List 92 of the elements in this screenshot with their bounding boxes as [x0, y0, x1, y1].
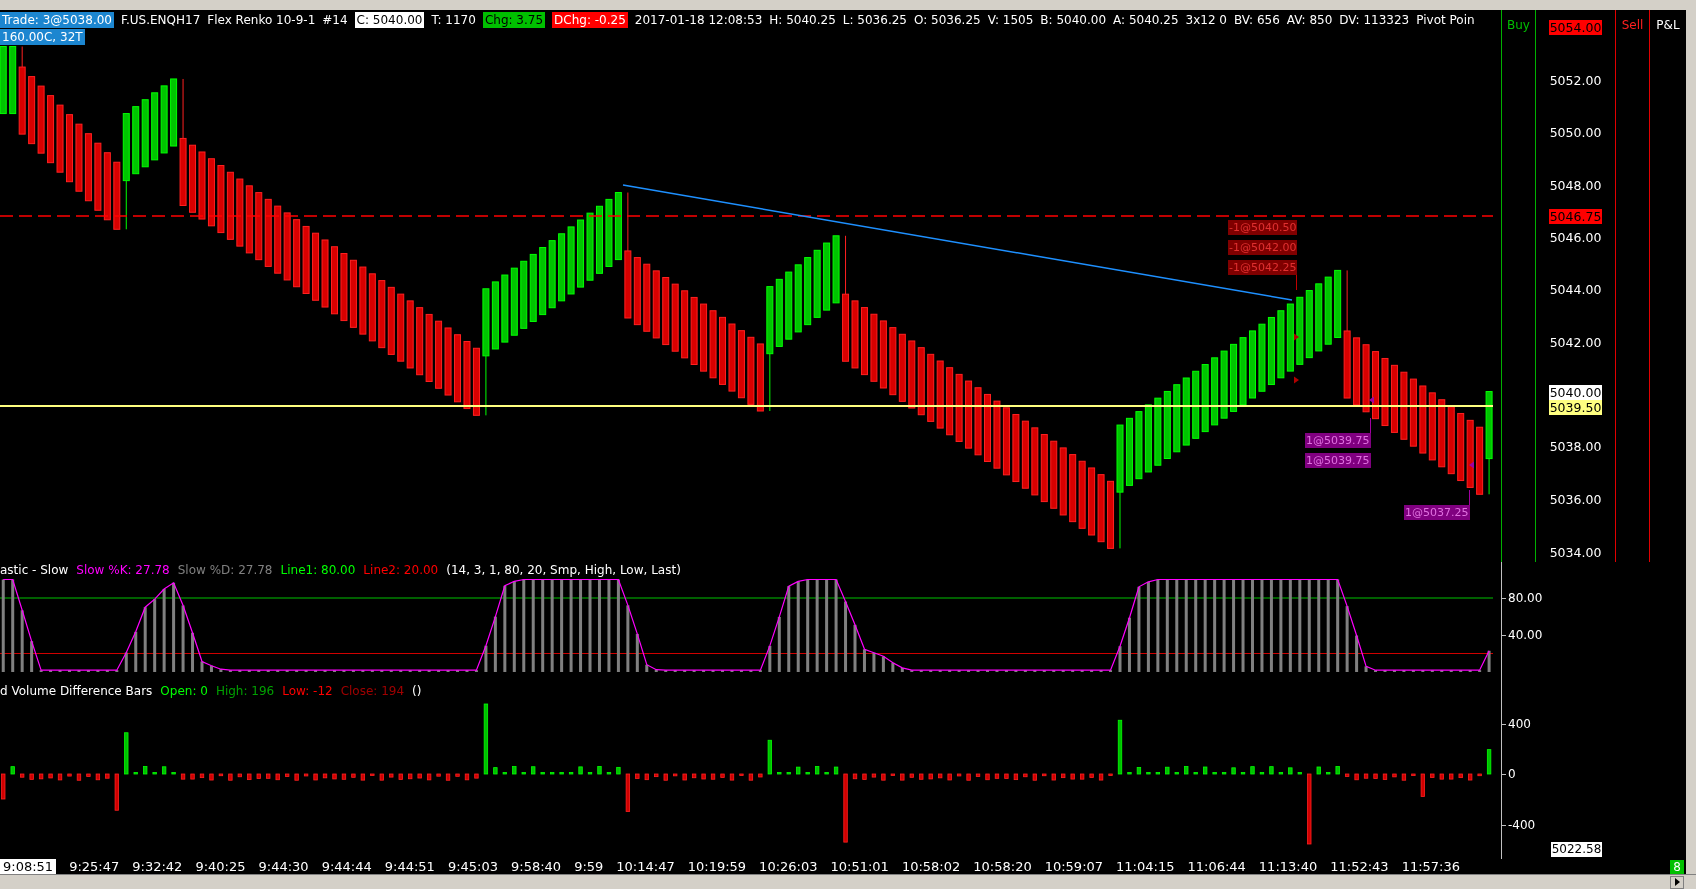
price-tick-label: 5038.00 [1548, 438, 1603, 454]
quote-tag: Trade: 3@5038.00 [0, 11, 114, 28]
time-label: 9:32:42 [132, 859, 183, 874]
price-marker-label: 5046.75 [1548, 208, 1603, 224]
time-label: 11:52:43 [1330, 859, 1389, 874]
legend-item: () [412, 683, 422, 699]
time-label: 9:44:44 [321, 859, 372, 874]
time-label: 9:08:51 [0, 859, 57, 874]
legend-item: Low: -12 [282, 683, 333, 699]
price-tick-label: 5052.00 [1548, 72, 1603, 88]
axis-label: -400 [1508, 817, 1536, 833]
price-tick-label: 5034.00 [1548, 544, 1603, 560]
leader-line [1369, 418, 1371, 433]
axis-label: 0 [1508, 766, 1516, 782]
time-label: 9:58:40 [511, 859, 562, 874]
quote-field: H: 5040.25 [769, 12, 836, 27]
time-label: 10:58:02 [901, 859, 961, 874]
cursor-price-label: 5022.58 [1550, 842, 1603, 857]
buy-header: Buy [1507, 17, 1530, 33]
legend-item: Open: 0 [160, 683, 208, 699]
price-marker-label: 5054.00 [1548, 19, 1603, 35]
time-label: 10:51:01 [830, 859, 889, 874]
arrow-right-icon [1674, 878, 1680, 886]
price-tick-label: 5050.00 [1548, 124, 1603, 140]
sell-header: Sell [1621, 17, 1644, 33]
axis-label: 40.00 [1508, 627, 1543, 643]
legend-item: (14, 3, 1, 80, 20, Smp, High, Low, Last) [446, 562, 681, 578]
triangle-marker-icon [1294, 333, 1299, 341]
legend-item: astic - Slow [0, 562, 69, 578]
triangle-marker-icon [1369, 396, 1374, 404]
leader-line [1468, 490, 1470, 505]
trade-label: -1@5042.00 [1228, 240, 1298, 255]
time-label: 10:19:59 [687, 859, 747, 874]
trade-label: 1@5039.75 [1305, 433, 1371, 448]
quote-field: BV: 656 [1234, 12, 1280, 27]
time-label: 9:59 [574, 859, 604, 874]
trade-label: -1@5042.25 [1228, 260, 1298, 275]
quote-field: Flex Renko 10-9-1 [207, 12, 316, 27]
axis-label: 80.00 [1508, 590, 1543, 606]
price-tick-label: 5044.00 [1548, 281, 1603, 297]
scroll-right-button[interactable] [1670, 875, 1684, 889]
leader-line [1296, 275, 1298, 290]
price-tick-label: 5046.00 [1548, 229, 1603, 245]
time-label: 10:26:03 [759, 859, 818, 874]
trade-label: 1@5039.75 [1305, 453, 1371, 468]
legend-item: Line1: 80.00 [280, 562, 356, 578]
trade-label: -1@5040.50 [1228, 220, 1298, 235]
quote-field: Pivot Poin [1416, 12, 1475, 27]
pnl-header: P&L [1656, 17, 1680, 33]
legend-item: High: 196 [215, 683, 275, 699]
price-tick-label: 5048.00 [1548, 177, 1603, 193]
quote-field: DV: 113323 [1339, 12, 1410, 27]
time-label: 10:14:47 [616, 859, 675, 874]
legend-item: d Volume Difference Bars [0, 683, 153, 699]
price-tick-label: 5042.00 [1548, 334, 1603, 350]
quote-field: F.US.ENQH17 [120, 12, 201, 27]
time-label: 10:58:20 [973, 859, 1032, 874]
time-label: 9:44:51 [384, 859, 435, 874]
quote-field: B: 5040.00 [1040, 12, 1107, 27]
quote-field: 3x12 0 [1185, 12, 1227, 27]
quote-field: A: 5040.25 [1113, 12, 1179, 27]
status-badge: 8 [1670, 859, 1684, 874]
quote-field: AV: 850 [1286, 12, 1333, 27]
axis-label: 400 [1508, 716, 1531, 732]
legend-item: Slow %K: 27.78 [76, 562, 170, 578]
quote-field: T: 1170 [431, 12, 476, 27]
time-label: 9:44:30 [258, 859, 309, 874]
time-label: 11:06:44 [1187, 859, 1246, 874]
trade-label: 1@5037.25 [1404, 505, 1470, 520]
quote-tag: C: 5040.00 [354, 11, 425, 28]
quote-tag: Chg: 3.75 [482, 11, 546, 28]
triangle-marker-icon [1294, 376, 1299, 384]
time-label: 11:57:36 [1401, 859, 1460, 874]
quote-tag: DChg: -0.25 [552, 11, 628, 28]
time-label: 9:45:03 [447, 859, 498, 874]
time-label: 9:25:47 [69, 859, 120, 874]
legend-item: Line2: 20.00 [363, 562, 439, 578]
legend-item: Close: 194 [340, 683, 405, 699]
quote-field: O: 5036.25 [913, 12, 981, 27]
quote-tag: 160.00C, 32T [0, 28, 85, 45]
price-tick-label: 5036.00 [1548, 491, 1603, 507]
time-label: 11:04:15 [1116, 859, 1175, 874]
triangle-marker-icon [1469, 461, 1474, 469]
quote-field: L: 5036.25 [842, 12, 907, 27]
time-label: 10:59:07 [1044, 859, 1104, 874]
quote-field: #14 [322, 12, 348, 27]
quote-field: V: 1505 [987, 12, 1034, 27]
price-marker-label: 5040.00 [1548, 384, 1603, 400]
legend-item: Slow %D: 27.78 [177, 562, 273, 578]
quote-field: 2017-01-18 12:08:53 [634, 12, 763, 27]
time-label: 11:13:40 [1258, 859, 1318, 874]
time-label: 9:40:25 [195, 859, 246, 874]
